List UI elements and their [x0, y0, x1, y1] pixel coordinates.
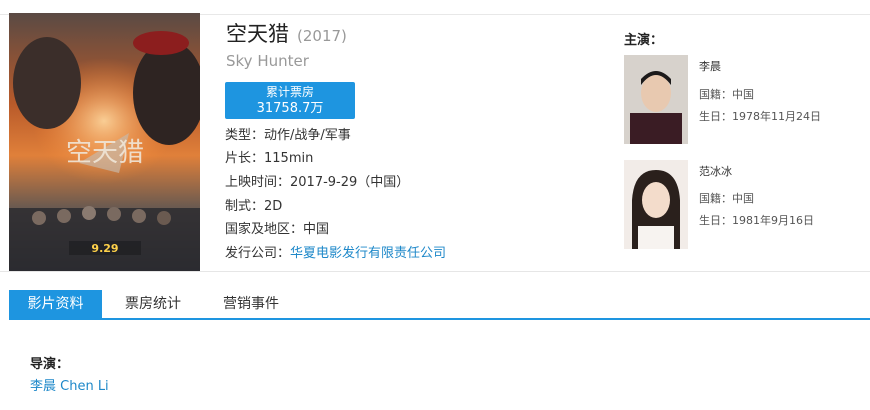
detail-release-date: 上映时间：2017-9-29（中国）	[225, 172, 605, 194]
movie-poster[interactable]: 空天猎 9.29	[9, 13, 200, 272]
detail-format: 制式：2D	[225, 196, 605, 218]
actor-nationality-2: 国籍：中国	[699, 192, 754, 205]
detail-label: 制式：	[225, 199, 265, 214]
detail-label: 类型：	[225, 128, 265, 143]
detail-label: 片长：	[225, 151, 265, 166]
tab-bar: 影片资料 票房统计 营销事件	[9, 290, 870, 320]
director-link[interactable]: 李晨 Chen Li	[30, 375, 109, 394]
box-office-label: 累计票房	[265, 85, 314, 99]
actor-birthday-1: 生日：1978年11月24日	[699, 110, 821, 123]
actor-portrait	[624, 55, 688, 144]
actor-name-1[interactable]: 李晨	[699, 58, 721, 74]
actor-name-2[interactable]: 范冰冰	[699, 163, 732, 179]
actor-portrait	[624, 160, 688, 249]
svg-text:9.29: 9.29	[91, 242, 118, 255]
detail-value: 2D	[264, 199, 283, 214]
poster-artwork: 空天猎 9.29	[9, 13, 200, 272]
detail-country: 国家及地区：中国	[225, 219, 605, 241]
distributor-link[interactable]: 华夏电影发行有限责任公司	[290, 246, 446, 261]
cast-heading: 主演：	[624, 33, 664, 48]
tab-film-info[interactable]: 影片资料	[9, 290, 102, 318]
box-office-value: 31758.7万	[256, 101, 324, 116]
detail-label: 发行公司：	[225, 246, 291, 261]
actor-nationality-1: 国籍：中国	[699, 88, 754, 101]
actor-birthday-2: 生日：1981年9月16日	[699, 214, 814, 227]
box-office-badge: 累计票房 31758.7万	[225, 82, 355, 119]
detail-value: 动作/战争/军事	[264, 128, 351, 143]
detail-distributor: 发行公司：华夏电影发行有限责任公司	[225, 243, 605, 265]
detail-label: 国家及地区：	[225, 222, 304, 237]
svg-text:空天猎: 空天猎	[66, 138, 144, 168]
detail-value: 2017-9-29（中国）	[290, 175, 410, 190]
movie-english-title: Sky Hunter	[226, 52, 309, 70]
movie-title: 空天猎	[226, 22, 289, 46]
detail-value: 中国	[303, 222, 330, 237]
detail-label: 上映时间：	[225, 175, 291, 190]
detail-value: 115min	[264, 151, 314, 166]
actor-photo-2[interactable]	[624, 160, 688, 249]
tab-marketing-events[interactable]: 营销事件	[207, 290, 295, 318]
detail-runtime: 片长：115min	[225, 148, 605, 170]
movie-title-row: 空天猎 (2017)	[226, 18, 347, 48]
tab-box-office-stats[interactable]: 票房统计	[109, 290, 197, 318]
director-heading: 导演：	[30, 357, 70, 372]
section-divider	[0, 271, 870, 272]
detail-genre: 类型：动作/战争/军事	[225, 125, 605, 147]
movie-year: (2017)	[297, 27, 347, 45]
actor-photo-1[interactable]	[624, 55, 688, 144]
